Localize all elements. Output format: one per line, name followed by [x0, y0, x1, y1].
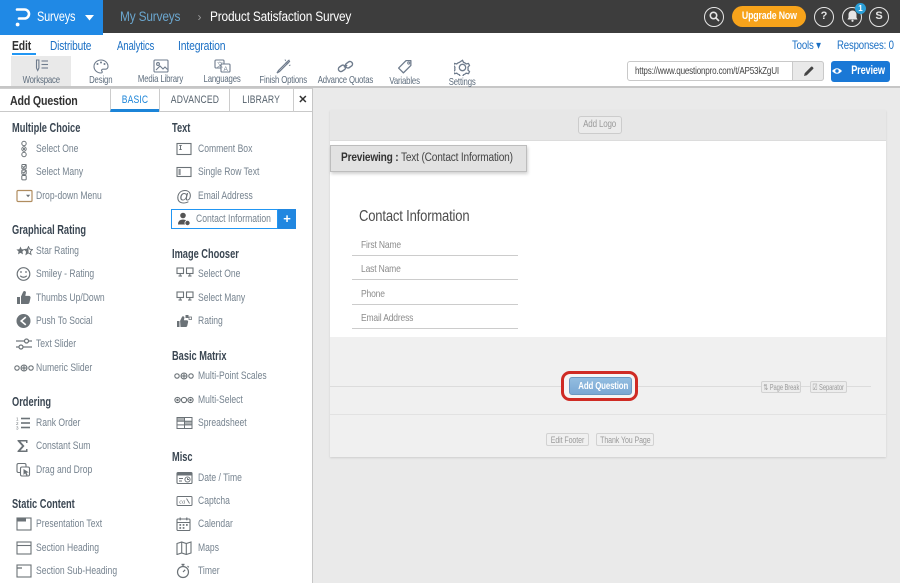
svg-text:文: 文 [217, 61, 223, 69]
svg-text:@: @ [176, 189, 192, 204]
svg-text:A: A [223, 66, 228, 73]
svg-text:ca: ca [179, 499, 185, 506]
svg-text:3: 3 [16, 426, 19, 430]
